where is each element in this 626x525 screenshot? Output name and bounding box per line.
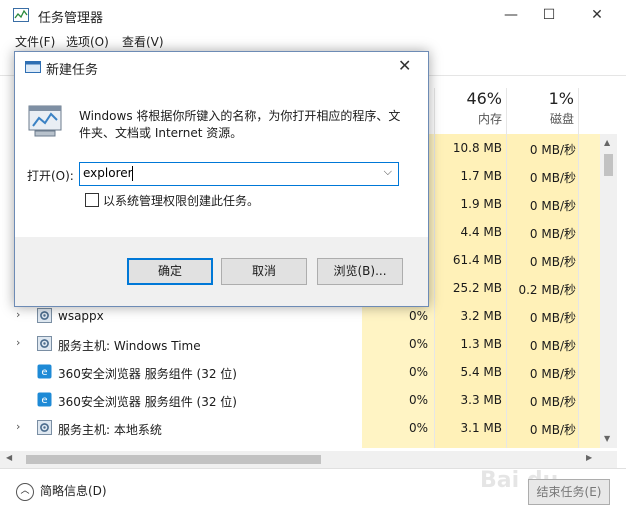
gear-icon: [37, 336, 52, 351]
dialog-close-icon[interactable]: ✕: [398, 56, 411, 75]
run-program-icon: [28, 105, 62, 137]
svg-text:e: e: [41, 367, 47, 378]
cpu-value: 0%: [408, 337, 428, 351]
dialog-description: Windows 将根据你所键入的名称，为你打开相应的程序、文件夹、文档或 Int…: [79, 109, 401, 140]
disk-value: 0 MB/秒: [529, 367, 576, 381]
cancel-button[interactable]: 取消: [221, 258, 307, 285]
disk-value: 0 MB/秒: [529, 395, 576, 409]
disk-value: 0 MB/秒: [529, 143, 576, 157]
disk-column-header[interactable]: 1% 磁盘: [512, 88, 574, 134]
memory-column-header[interactable]: 46% 内存: [440, 88, 502, 134]
open-label: 打开(O):: [27, 169, 74, 183]
menu-bar: 文件(F) 选项(O) 查看(V): [0, 30, 626, 52]
chevron-right-icon[interactable]: ›: [16, 420, 20, 433]
vertical-scrollbar[interactable]: ▲ ▼: [600, 134, 617, 448]
table-row[interactable]: › 服务主机: Windows Time 0% 1.3 MB 0 MB/秒: [0, 330, 600, 358]
disk-value: 0 MB/秒: [529, 171, 576, 185]
memory-value: 3.3 MB: [460, 393, 502, 407]
svg-text:e: e: [41, 395, 47, 406]
memory-percent: 46%: [466, 89, 502, 108]
chevron-right-icon[interactable]: ›: [16, 336, 20, 349]
vertical-scroll-thumb[interactable]: [604, 154, 613, 176]
open-combobox[interactable]: explorer ⌵: [79, 162, 399, 186]
memory-value: 3.1 MB: [460, 421, 502, 435]
menu-file[interactable]: 文件(F): [15, 33, 55, 50]
memory-label: 内存: [477, 112, 502, 126]
table-row[interactable]: e 360安全浏览器 服务组件 (32 位) 0% 5.4 MB 0 MB/秒: [0, 358, 600, 386]
horizontal-scroll-thumb[interactable]: [26, 455, 321, 464]
gear-icon: [37, 308, 52, 323]
disk-percent: 1%: [548, 89, 574, 108]
scroll-left-icon[interactable]: ◀: [6, 453, 12, 462]
text-caret: [132, 166, 133, 181]
task-manager-app-icon: [13, 8, 29, 22]
scroll-up-icon[interactable]: ▲: [604, 138, 610, 147]
fewer-details-label: 简略信息(D): [40, 484, 107, 498]
task-manager-titlebar: 任务管理器 — ☐ ✕: [0, 0, 626, 30]
memory-value: 3.2 MB: [460, 309, 502, 323]
cpu-value: 0%: [408, 421, 428, 435]
memory-value: 25.2 MB: [452, 281, 502, 295]
chevron-up-icon: ︿: [16, 482, 34, 501]
scroll-right-icon[interactable]: ▶: [586, 453, 592, 462]
open-input[interactable]: explorer: [83, 166, 133, 180]
dialog-titlebar: 新建任务 ✕: [15, 52, 428, 82]
memory-value: 61.4 MB: [452, 253, 502, 267]
ok-button[interactable]: 确定: [127, 258, 213, 285]
cpu-value: 0%: [408, 365, 428, 379]
run-icon: [25, 61, 41, 73]
disk-value: 0 MB/秒: [529, 311, 576, 325]
minimize-icon: —: [504, 7, 518, 23]
disk-value: 0 MB/秒: [529, 227, 576, 241]
menu-options[interactable]: 选项(O): [66, 33, 109, 50]
memory-value: 1.3 MB: [460, 337, 502, 351]
disk-label: 磁盘: [549, 112, 574, 126]
maximize-button[interactable]: ☐: [526, 0, 572, 30]
scroll-down-icon[interactable]: ▼: [604, 434, 610, 443]
cpu-value: 0%: [408, 309, 428, 323]
admin-checkbox-row[interactable]: 以系统管理权限创建此任务。: [85, 192, 259, 209]
close-icon: ✕: [591, 7, 603, 23]
maximize-icon: ☐: [542, 7, 556, 23]
dialog-title: 新建任务: [46, 63, 99, 78]
gear-icon: [37, 420, 52, 435]
chevron-down-icon[interactable]: ⌵: [384, 165, 392, 179]
cpu-value: 0%: [408, 393, 428, 407]
browser-360-icon: e: [37, 392, 52, 407]
memory-value: 5.4 MB: [460, 365, 502, 379]
table-row[interactable]: e 360安全浏览器 服务组件 (32 位) 0% 3.3 MB 0 MB/秒: [0, 386, 600, 414]
end-task-button[interactable]: 结束任务(E): [528, 479, 610, 505]
disk-value: 0 MB/秒: [529, 255, 576, 269]
process-name: 360安全浏览器 服务组件 (32 位): [58, 395, 237, 409]
menu-view[interactable]: 查看(V): [122, 33, 164, 50]
disk-value: 0 MB/秒: [529, 199, 576, 213]
process-name: 360安全浏览器 服务组件 (32 位): [58, 367, 237, 381]
disk-value: 0 MB/秒: [529, 339, 576, 353]
disk-value: 0 MB/秒: [529, 423, 576, 437]
admin-checkbox-label: 以系统管理权限创建此任务。: [103, 194, 260, 208]
admin-checkbox[interactable]: [85, 193, 99, 207]
browse-button[interactable]: 浏览(B)...: [317, 258, 403, 285]
memory-value: 1.7 MB: [460, 169, 502, 183]
horizontal-scrollbar[interactable]: ◀ ▶: [0, 451, 617, 468]
memory-value: 10.8 MB: [452, 141, 502, 155]
process-name: 服务主机: Windows Time: [58, 339, 201, 353]
disk-value: 0.2 MB/秒: [518, 283, 576, 297]
fewer-details-button[interactable]: ︿ 简略信息(D): [16, 482, 107, 501]
window-title: 任务管理器: [38, 11, 104, 26]
new-task-dialog: 新建任务 ✕ Windows 将根据你所键入的名称，为你打开相应的程序、文件夹、…: [14, 51, 429, 307]
close-window-button[interactable]: ✕: [574, 0, 620, 30]
process-name: 服务主机: 本地系统: [58, 423, 162, 437]
process-name: wsappx: [58, 309, 104, 323]
memory-value: 4.4 MB: [460, 225, 502, 239]
table-row[interactable]: › 服务主机: 本地系统 0% 3.1 MB 0 MB/秒: [0, 414, 600, 442]
memory-value: 1.9 MB: [460, 197, 502, 211]
chevron-right-icon[interactable]: ›: [16, 308, 20, 321]
browser-360-icon: e: [37, 364, 52, 379]
